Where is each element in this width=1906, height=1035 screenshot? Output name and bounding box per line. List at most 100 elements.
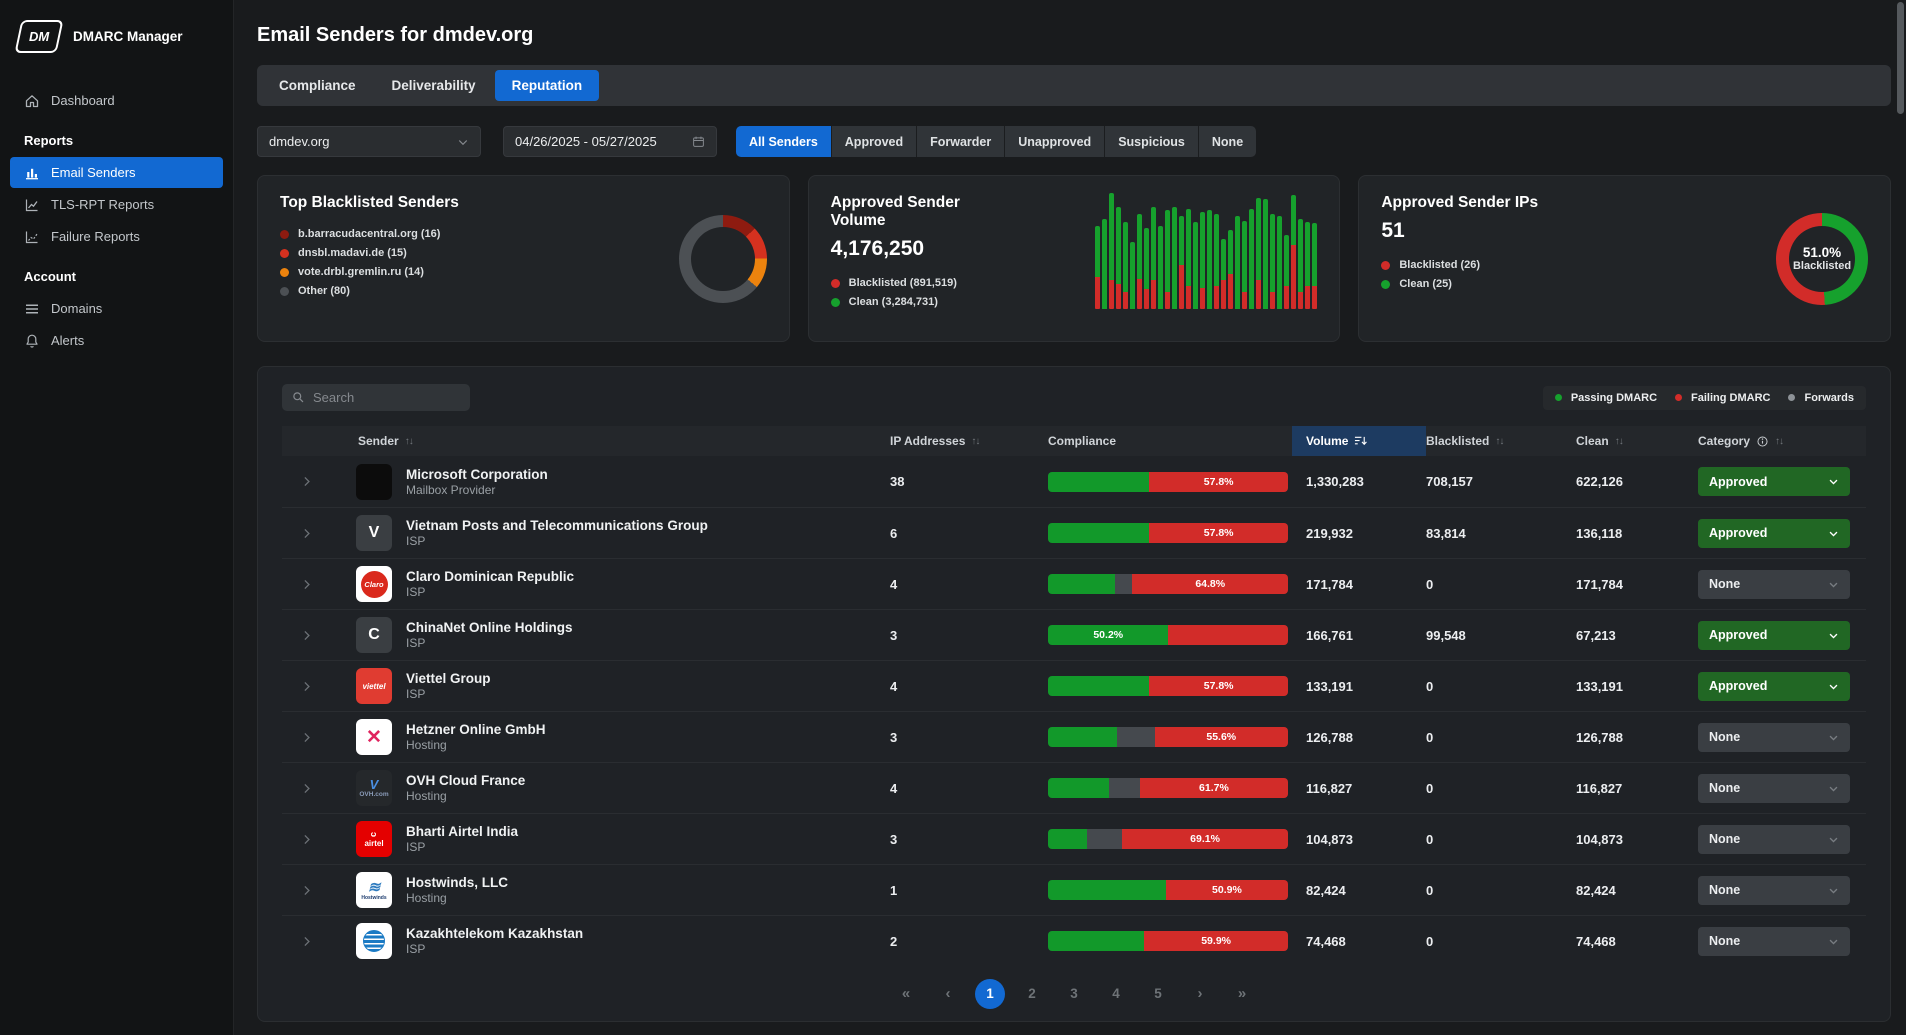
volume-bar-blacklisted-segment xyxy=(1165,292,1170,309)
sidebar-item-tls-rpt-reports[interactable]: TLS-RPT Reports xyxy=(10,189,223,220)
pagination-arrow[interactable]: ‹ xyxy=(933,979,963,1009)
column-header-ip-addresses[interactable]: IP Addresses↑↓ xyxy=(890,426,1048,456)
pagination-page-3[interactable]: 3 xyxy=(1059,979,1089,1009)
row-expander-button[interactable] xyxy=(282,833,330,846)
pagination-page-2[interactable]: 2 xyxy=(1017,979,1047,1009)
calendar-icon xyxy=(692,135,705,148)
row-expander-button[interactable] xyxy=(282,782,330,795)
tab-compliance[interactable]: Compliance xyxy=(262,70,373,101)
blacklisted-donut-chart xyxy=(679,215,767,303)
category-dropdown[interactable]: None xyxy=(1698,927,1850,956)
filter-row: dmdev.org 04/26/2025 - 05/27/2025 All Se… xyxy=(257,126,1891,157)
filter-none[interactable]: None xyxy=(1199,126,1256,157)
row-expander-button[interactable] xyxy=(282,629,330,642)
row-expander-button[interactable] xyxy=(282,475,330,488)
vertical-scrollbar[interactable] xyxy=(1897,2,1904,114)
card-ips-left: Approved Sender IPs 51 Blacklisted (26)C… xyxy=(1381,194,1538,323)
row-expander-button[interactable] xyxy=(282,578,330,591)
dmarc-legend-item: Forwards xyxy=(1788,392,1854,404)
domain-select[interactable]: dmdev.org xyxy=(257,126,481,157)
column-header-blacklisted[interactable]: Blacklisted ↑↓ xyxy=(1426,426,1576,456)
chevron-right-icon xyxy=(300,629,313,642)
filter-all-senders[interactable]: All Senders xyxy=(736,126,831,157)
pagination-arrow[interactable]: › xyxy=(1185,979,1215,1009)
volume-bar-blacklisted-segment xyxy=(1242,292,1247,309)
info-icon[interactable] xyxy=(1756,435,1769,448)
volume-bar-clean-segment xyxy=(1102,219,1107,310)
tab-bar: ComplianceDeliverabilityReputation xyxy=(257,65,1891,106)
compliance-bar: 59.9% xyxy=(1048,931,1288,951)
sidebar-item-alerts[interactable]: Alerts xyxy=(10,325,223,356)
column-header-clean[interactable]: Clean↑↓ xyxy=(1576,426,1698,456)
bell-icon xyxy=(24,333,40,349)
category-dropdown[interactable]: None xyxy=(1698,876,1850,905)
clean-cell: 622,126 xyxy=(1576,474,1698,489)
category-dropdown[interactable]: Approved xyxy=(1698,621,1850,650)
column-header-category-label: Category xyxy=(1698,434,1750,448)
sort-icon[interactable]: ↑↓ xyxy=(1615,436,1623,447)
filter-unapproved[interactable]: Unapproved xyxy=(1005,126,1104,157)
column-header-category[interactable]: Category ↑↓ xyxy=(1698,426,1868,456)
volume-cell: 82,424 xyxy=(1306,883,1426,898)
sidebar-item-domains[interactable]: Domains xyxy=(10,293,223,324)
column-header-sender[interactable]: Sender↑↓ xyxy=(330,426,890,456)
pagination-page-5[interactable]: 5 xyxy=(1143,979,1173,1009)
table-row: VVietnam Posts and Telecommunications Gr… xyxy=(282,507,1866,558)
pagination-page-4[interactable]: 4 xyxy=(1101,979,1131,1009)
pagination-arrow[interactable]: « xyxy=(891,979,921,1009)
row-expander-button[interactable] xyxy=(282,680,330,693)
column-header-volume[interactable]: Volume xyxy=(1292,426,1426,456)
sender-cell: VVietnam Posts and Telecommunications Gr… xyxy=(330,515,890,551)
pagination-page-1[interactable]: 1 xyxy=(975,979,1005,1009)
sidebar-item-label: Failure Reports xyxy=(51,229,140,244)
category-dropdown[interactable]: None xyxy=(1698,825,1850,854)
sidebar-item-email-senders[interactable]: Email Senders xyxy=(10,157,223,188)
volume-cell: 166,761 xyxy=(1306,628,1426,643)
card-blacklisted-title: Top Blacklisted Senders xyxy=(280,194,459,212)
sidebar-item-dashboard[interactable]: Dashboard xyxy=(10,85,223,116)
volume-bar-clean-segment xyxy=(1116,207,1121,284)
filter-suspicious[interactable]: Suspicious xyxy=(1105,126,1198,157)
category-dropdown[interactable]: Approved xyxy=(1698,467,1850,496)
volume-bar-2 xyxy=(1109,193,1114,309)
row-expander-button[interactable] xyxy=(282,935,330,948)
scatter-chart-icon xyxy=(24,229,40,245)
sort-desc-icon[interactable] xyxy=(1354,435,1367,447)
ip-addresses-cell: 4 xyxy=(890,781,1048,796)
volume-bar-6 xyxy=(1137,214,1142,309)
pagination-arrow[interactable]: » xyxy=(1227,979,1257,1009)
volume-bar-23 xyxy=(1256,198,1261,309)
date-range-input[interactable]: 04/26/2025 - 05/27/2025 xyxy=(503,126,717,157)
table-row: ɔairtelBharti Airtel IndiaISP369.1%104,8… xyxy=(282,813,1866,864)
ips-donut-percent: 51.0% xyxy=(1803,245,1841,260)
card-volume-left: Approved Sender Volume 4,176,250 Blackli… xyxy=(831,194,1031,323)
sender-cell: Kazakhtelekom KazakhstanISP xyxy=(330,923,890,959)
category-dropdown[interactable]: Approved xyxy=(1698,519,1850,548)
sort-icon[interactable]: ↑↓ xyxy=(971,436,979,447)
ip-addresses-cell: 3 xyxy=(890,832,1048,847)
category-dropdown[interactable]: None xyxy=(1698,570,1850,599)
compliance-segment-red: 57.8% xyxy=(1149,523,1288,543)
category-dropdown[interactable]: None xyxy=(1698,723,1850,752)
compliance-percent-label: 61.7% xyxy=(1199,782,1229,794)
category-dropdown[interactable]: Approved xyxy=(1698,672,1850,701)
chevron-down-icon xyxy=(1828,783,1839,794)
category-dropdown[interactable]: None xyxy=(1698,774,1850,803)
filter-approved[interactable]: Approved xyxy=(832,126,916,157)
tab-reputation[interactable]: Reputation xyxy=(495,70,600,101)
search-input[interactable]: Search xyxy=(282,384,470,411)
search-icon xyxy=(292,391,305,404)
volume-cell: 104,873 xyxy=(1306,832,1426,847)
row-expander-button[interactable] xyxy=(282,527,330,540)
sender-name-wrap: ChinaNet Online HoldingsISP xyxy=(406,619,573,651)
sort-icon[interactable]: ↑↓ xyxy=(1495,436,1503,447)
filter-forwarder[interactable]: Forwarder xyxy=(917,126,1004,157)
sort-icon[interactable]: ↑↓ xyxy=(405,436,413,447)
row-expander-button[interactable] xyxy=(282,884,330,897)
column-header-blacklisted-label: Blacklisted xyxy=(1426,434,1489,448)
sidebar-item-failure-reports[interactable]: Failure Reports xyxy=(10,221,223,252)
tab-deliverability[interactable]: Deliverability xyxy=(375,70,493,101)
sort-icon[interactable]: ↑↓ xyxy=(1775,436,1783,447)
row-expander-button[interactable] xyxy=(282,731,330,744)
volume-cell: 116,827 xyxy=(1306,781,1426,796)
